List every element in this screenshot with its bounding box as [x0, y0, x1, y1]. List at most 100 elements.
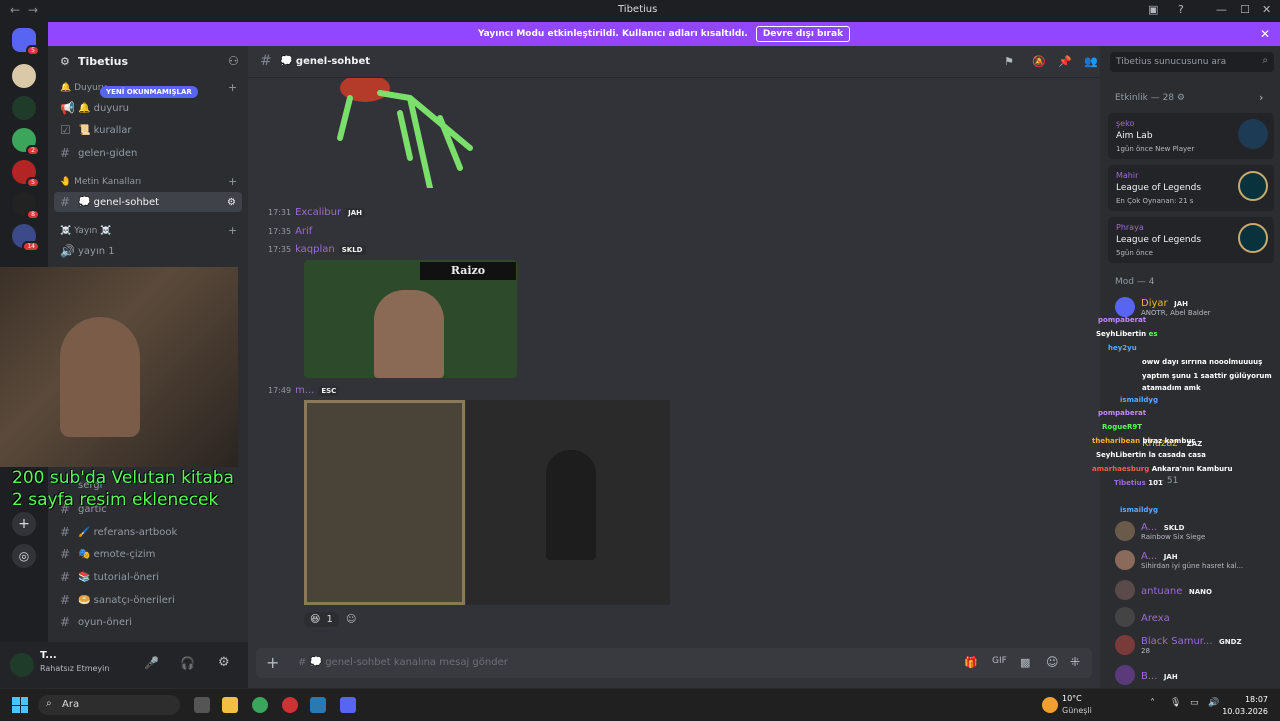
chevron-up-icon[interactable]: ˄: [1150, 698, 1155, 709]
channel-yayin-1[interactable]: 🔊 yayın 1: [60, 244, 115, 258]
pin-icon[interactable]: 📌: [1058, 55, 1072, 68]
disable-streamer-mode-button[interactable]: Devre dışı bırak: [755, 26, 851, 42]
server-icon[interactable]: 5: [12, 160, 40, 188]
stream-chat-overlay: pompaberat SeyhLibertin es hey2yu oww da…: [1092, 316, 1272, 514]
author-name[interactable]: Excalibur: [295, 207, 341, 218]
username[interactable]: T...: [40, 650, 57, 661]
activity-card[interactable]: şeko Aim Lab 1gün önce New Player: [1108, 113, 1274, 159]
message-composer[interactable]: + # 💭 genel-sohbet kanalına mesaj gönder…: [256, 648, 1092, 678]
app-icon[interactable]: [310, 697, 326, 713]
close-button[interactable]: ✕: [1262, 3, 1271, 16]
author-name[interactable]: kaqplan: [295, 244, 335, 255]
author-name[interactable]: m...: [295, 385, 314, 396]
microphone-icon[interactable]: 🎤: [144, 656, 159, 670]
activity-card[interactable]: Phraya League of Legends 5gün önce: [1108, 217, 1274, 263]
task-view-icon[interactable]: [194, 697, 210, 713]
stream-overlay-text: 200 sub'da Velutan kitaba 2 sayfa resim …: [12, 468, 234, 510]
add-channel-icon[interactable]: +: [228, 81, 237, 94]
author-name[interactable]: Arif: [295, 226, 312, 237]
mute-icon[interactable]: 🔕: [1032, 55, 1046, 68]
help-icon[interactable]: ?: [1178, 3, 1184, 16]
sticker-icon[interactable]: ▩: [1020, 656, 1030, 669]
member-item[interactable]: Black Samur... GNDZ 28: [1115, 634, 1245, 655]
channel-kurallar[interactable]: ☑ 📜 kurallar: [60, 123, 132, 137]
explore-icon[interactable]: ◎: [12, 544, 36, 568]
channel-genel-sohbet[interactable]: # 💭 genel-sohbet ⚙: [54, 192, 242, 212]
settings-icon[interactable]: ⚙: [227, 197, 236, 208]
avatar: [1115, 665, 1135, 685]
channel-gelen-giden[interactable]: # gelen-giden: [60, 146, 137, 160]
channel-emote[interactable]: # 🎭 emote-çizim: [60, 547, 155, 561]
forward-icon[interactable]: →: [28, 3, 38, 17]
announcement-icon: 📢: [60, 101, 75, 115]
image-attachment[interactable]: [304, 400, 465, 605]
volume-icon[interactable]: 🔊: [1208, 698, 1219, 708]
add-channel-icon[interactable]: +: [228, 175, 237, 188]
maximize-button[interactable]: ☐: [1240, 3, 1250, 16]
gif-icon[interactable]: GIF: [992, 656, 1007, 666]
video-embed[interactable]: Raizo: [304, 260, 517, 378]
chrome-icon[interactable]: [252, 697, 268, 713]
discord-home-icon[interactable]: 5: [12, 28, 40, 56]
category-metin[interactable]: 🤚 Metin Kanalları: [60, 177, 141, 187]
avatar: [1115, 580, 1135, 600]
banner-close-icon[interactable]: ✕: [1260, 27, 1270, 41]
gift-icon[interactable]: 🎁: [964, 656, 978, 669]
category-yayin[interactable]: ☠️ Yayın ☠️: [60, 226, 111, 236]
weather-temp[interactable]: 10°C: [1062, 694, 1082, 703]
search-input[interactable]: Tibetius sunucusunu ara ⌕: [1110, 52, 1274, 72]
network-icon[interactable]: ▭: [1190, 698, 1199, 708]
add-server-icon[interactable]: +: [12, 512, 36, 536]
image-attachment[interactable]: [466, 400, 670, 605]
minimize-button[interactable]: —: [1216, 3, 1227, 16]
member-item[interactable]: A... SKLD Rainbow Six Siege: [1115, 520, 1205, 541]
role-tag: JAH: [345, 207, 365, 218]
member-list-icon[interactable]: 👥: [1084, 55, 1098, 68]
member-item[interactable]: B... JAH: [1115, 665, 1181, 685]
unread-pill[interactable]: YENİ OKUNMAMIŞLAR: [100, 86, 198, 98]
channel-duyuru[interactable]: 📢 🔔 duyuru: [60, 101, 129, 115]
start-icon[interactable]: [12, 697, 28, 713]
headphones-icon[interactable]: 🎧: [180, 656, 195, 670]
inbox-icon[interactable]: ▣: [1148, 3, 1158, 16]
taskbar-search[interactable]: ⌕ Ara: [38, 695, 180, 715]
server-icon[interactable]: 14: [12, 224, 40, 252]
member-item[interactable]: Arexa: [1115, 607, 1170, 627]
invite-icon[interactable]: ⚇: [228, 54, 239, 68]
server-tibetius-icon[interactable]: [12, 96, 36, 120]
channel-referans[interactable]: # 🖌️ referans-artbook: [60, 525, 177, 539]
speaker-icon: 🔊: [60, 244, 75, 258]
composer-placeholder[interactable]: # 💭 genel-sohbet kanalına mesaj gönder: [298, 657, 508, 668]
user-settings-icon[interactable]: ⚙: [218, 655, 230, 670]
microphone-icon[interactable]: 🎙: [1170, 698, 1181, 708]
file-explorer-icon[interactable]: [222, 697, 238, 713]
reaction[interactable]: 😆 1: [304, 612, 339, 627]
server-icon[interactable]: 2: [12, 128, 40, 156]
activity-card[interactable]: Mahir League of Legends En Çok Oynanan: …: [1108, 165, 1274, 211]
threads-icon[interactable]: ⚑: [1004, 55, 1014, 68]
member-item[interactable]: antuane NANO: [1115, 580, 1215, 600]
rules-icon: ☑: [60, 123, 71, 137]
apps-icon[interactable]: ⁜: [1070, 655, 1080, 669]
member-item[interactable]: A... JAH Sihirdan iyi güne hasret kal...: [1115, 549, 1243, 570]
channel-oyun[interactable]: # oyun-öneri: [60, 615, 132, 629]
server-icon[interactable]: 8: [12, 192, 40, 220]
clock[interactable]: 18:07 10.03.2026: [1222, 689, 1280, 721]
back-icon[interactable]: ←: [10, 3, 20, 17]
channel-sanatci[interactable]: # 🥯 sanatçı-önerileri: [60, 593, 175, 607]
attach-button[interactable]: +: [266, 653, 279, 672]
message-image[interactable]: [320, 78, 520, 188]
avatar[interactable]: [10, 653, 34, 677]
add-channel-icon[interactable]: +: [228, 224, 237, 237]
message-line: 17:31 Excalibur JAH: [268, 207, 365, 218]
user-status: Rahatsız Etmeyin: [40, 664, 110, 673]
chevron-right-icon[interactable]: ›: [1259, 91, 1263, 104]
server-name[interactable]: Tibetius: [78, 55, 128, 68]
server-icon[interactable]: [12, 64, 36, 88]
weather-icon[interactable]: [1042, 697, 1058, 713]
emoji-icon[interactable]: ☺: [1046, 655, 1059, 669]
add-reaction-icon[interactable]: ☺: [346, 614, 356, 625]
discord-icon[interactable]: [340, 697, 356, 713]
channel-tutorial[interactable]: # 📚 tutorial-öneri: [60, 570, 159, 584]
app-icon[interactable]: [282, 697, 298, 713]
